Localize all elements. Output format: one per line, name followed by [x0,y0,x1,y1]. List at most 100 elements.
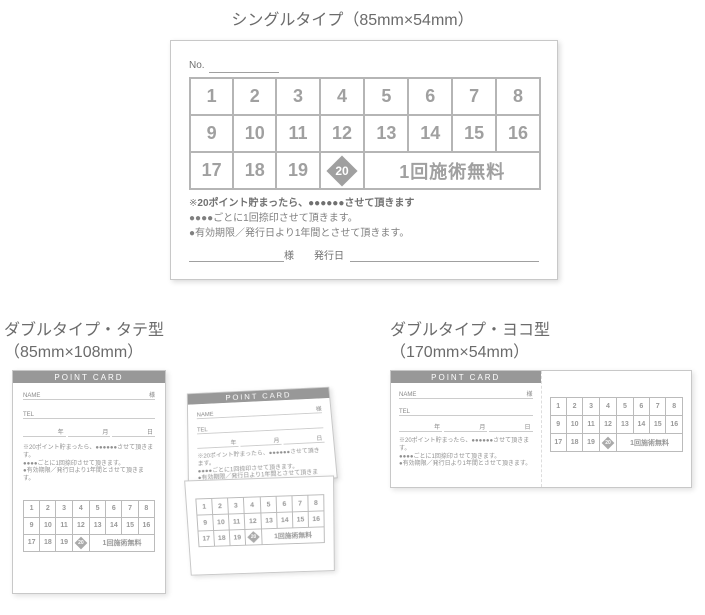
note-bold: 20ポイント貯まったら、●●●●●●させて頂きます [197,198,414,209]
issue-label: 発行日 [314,247,344,262]
stamp-cell: 8 [308,495,324,512]
single-card: No. 1 2 3 4 5 6 7 8 9 10 11 12 13 14 15 … [170,40,558,280]
tel-field: TEL [23,408,155,419]
stamp-cell: 9 [550,416,566,434]
note-line: ●有効期限／発行日より1年間とさせて頂きます。 [189,226,539,241]
no-underline [209,60,279,73]
diamond-icon: 20 [75,537,86,548]
stamp-cell: 12 [72,517,89,534]
stamp-cell: 3 [56,500,72,517]
stamp-cell: 19 [229,529,245,545]
stamp-cell: 7 [650,398,666,416]
stamp-cell-special: 20 [320,152,365,189]
stamp-cell-special: 20 [245,529,262,545]
stamp-cell: 18 [233,152,276,189]
stamp-cell: 2 [40,500,56,517]
note-line: ※20ポイント貯まったら、●●●●●●させて頂きます [189,196,539,211]
stamp-cell: 15 [292,511,308,527]
stamp-cell: 13 [364,115,408,152]
stamp-cell: 2 [566,398,582,416]
stamp-cell: 4 [320,78,365,115]
double-tate-card: POINT CARD NAME様 TEL 年 月 日 ※20ポイント貯まったら、… [12,370,166,594]
stamp-grid: 1 2 3 4 5 6 7 8 9 10 11 12 13 14 15 16 1… [189,77,541,190]
stamp-cell: 13 [90,517,106,534]
bonus-cell: 1回施術無料 [364,152,540,189]
stamp-cell: 9 [197,515,214,531]
mini-note: ※20ポイント貯まったら、●●●●●●させて頂きます。 [23,445,155,461]
month-label: 月 [444,422,487,432]
name-label: NAME [23,393,40,399]
name-field: NAME 様 [23,389,155,400]
date-field: 年 月 日 [399,422,533,432]
stamp-cell: 10 [233,115,276,152]
mini-stamp-grid: 12345678 910111213141516 171819 20 1回施術無… [195,494,325,547]
tel-label: TEL [399,409,410,415]
stamp-row: 9 10 11 12 13 14 15 16 [190,115,540,152]
name-field: NAME様 [399,388,533,399]
stamp-cell: 9 [24,517,40,534]
name-label: NAME [399,392,416,398]
point-card-bar: POINT CARD [13,371,165,383]
stamp-cell: 17 [198,531,215,547]
stamp-cell: 3 [583,398,599,416]
double-yoko-card: POINT CARD NAME様 TEL 年 月 日 ※20ポイント貯まったら、… [390,370,692,488]
stamp-cell: 18 [214,530,230,546]
day-label: 日 [112,427,155,437]
stamp-cell: 14 [106,517,122,534]
stamp-cell: 5 [90,500,106,517]
heading-line: ダブルタイプ・ヨコ型 [390,322,550,339]
bonus-cell: 1回施術無料 [90,534,155,551]
diamond-number: 20 [75,537,86,548]
bonus-text: 1回施術無料 [399,162,505,182]
single-type-heading: シングルタイプ（85mm×54mm） [0,6,705,30]
diamond-number: 20 [248,532,259,543]
bonus-cell: 1回施術無料 [617,434,683,452]
stamp-cell: 6 [408,78,452,115]
stamp-cell: 6 [106,500,122,517]
card-notes: ※20ポイント貯まったら、●●●●●●させて頂きます ●●●●ごとに1回捺印させ… [189,196,539,241]
stamp-cell: 2 [233,78,276,115]
signature-row: 様 発行日 [189,247,539,262]
mini-stamp-grid: 12345678 910111213141516 171819 20 1回施術無… [23,500,155,552]
sama-suffix: 様 [149,390,155,399]
stamp-cell: 10 [566,416,582,434]
stamp-cell: 9 [190,115,233,152]
stamp-row: 1 2 3 4 5 6 7 8 [190,78,540,115]
stamp-cell: 12 [244,513,262,530]
stamp-cell: 1 [196,498,213,515]
note-line: ●●●●ごとに1回捺印させて頂きます。 [189,211,539,226]
tel-label: TEL [23,412,34,418]
stamp-cell: 3 [276,78,319,115]
stamp-cell: 16 [496,115,540,152]
stamp-cell: 14 [277,512,293,528]
stamp-cell: 5 [617,398,633,416]
point-card-bar: POINT CARD [391,371,541,383]
stamp-cell: 11 [276,115,319,152]
stamp-cell: 4 [72,500,89,517]
stamp-cell: 1 [190,78,233,115]
heading-line: （170mm×54mm） [390,344,529,361]
yoko-right-half: 12345678 910111213141516 171819 20 1回施術無… [542,371,692,487]
stamp-cell: 13 [261,512,277,528]
stamp-cell: 11 [228,514,244,530]
stamp-cell: 11 [583,416,599,434]
stamp-cell: 8 [496,78,540,115]
mini-note: ●有効期限／発行日より1年間とさせて頂きます。 [23,468,155,484]
no-label: No. [189,60,205,71]
stamp-cell: 11 [56,517,72,534]
diamond-number: 20 [602,437,613,448]
stamp-cell: 8 [138,500,154,517]
stamp-cell: 12 [599,416,616,434]
fold-bottom-pane: 12345678 910111213141516 171819 20 1回施術無… [184,475,335,575]
diamond-number: 20 [328,157,356,185]
double-yoko-heading: ダブルタイプ・ヨコ型 （170mm×54mm） [390,320,550,365]
stamp-cell: 17 [190,152,233,189]
stamp-cell: 18 [566,434,582,452]
name-field: 様 [189,247,294,262]
stamp-cell: 14 [633,416,649,434]
stamp-cell: 13 [617,416,633,434]
tel-field: TEL [399,405,533,416]
sama-suffix: 様 [316,404,322,412]
tel-label: TEL [197,428,208,434]
stamp-cell: 19 [276,152,319,189]
